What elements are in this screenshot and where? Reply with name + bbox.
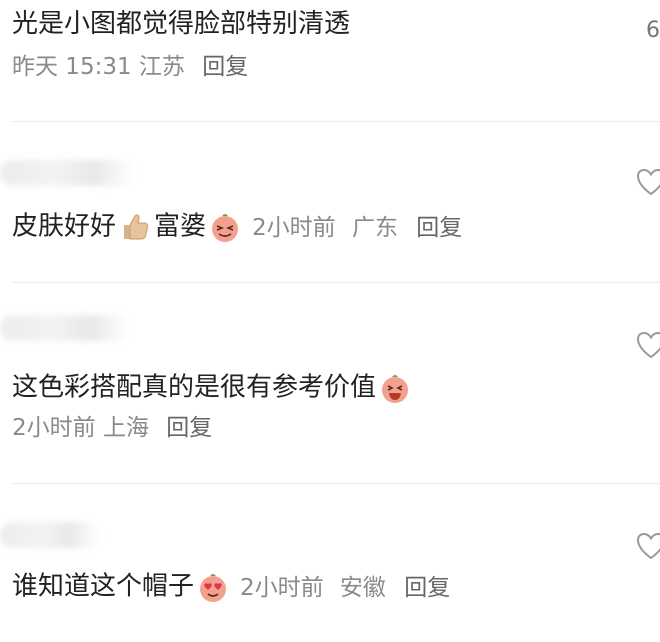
comment-item: 皮肤好好 富婆 2小时前 广东 回复 [0,122,660,282]
thumbs-up-icon [124,214,149,240]
blurred-username [0,522,100,548]
comment-line: 皮肤好好 富婆 2小时前 广东 回复 [12,210,462,244]
comment-item: 谁知道这个帽子 2小时前 安徽 回复 [0,484,660,642]
comment-time: 2小时前 [252,214,336,241]
comment-text: 富婆 [154,211,207,242]
comment-text: 这色彩搭配真的是很有参考价值 [12,372,377,403]
comment-meta: 昨天 15:31 江苏 回复 [12,52,248,82]
comment-location: 上海 [102,415,149,441]
comment-text: 皮肤好好 [12,211,117,242]
like-heart-icon[interactable] [636,532,660,560]
comment-meta: 2小时前 上海 回复 [12,413,212,443]
comment-item: 这色彩搭配真的是很有参考价值 2小时前 上海 回复 [0,283,660,483]
comment-line: 这色彩搭配真的是很有参考价值 [12,371,414,405]
comment-location: 江苏 [138,54,185,80]
comment-text: 光是小图都觉得脸部特别清透 [12,9,351,39]
reply-button[interactable]: 回复 [404,575,450,601]
comment-time: 昨天 15:31 [12,54,132,80]
like-count: 6 [646,18,660,43]
comment-time: 2小时前 [240,574,324,601]
blurred-username [0,160,135,186]
laughing-face-icon [382,375,409,403]
heart-eyes-face-icon [200,574,227,602]
comment-item: 光是小图都觉得脸部特别清透 昨天 15:31 江苏 回复 6 [0,0,660,120]
reply-button[interactable]: 回复 [416,215,462,241]
reply-button[interactable]: 回复 [166,415,212,441]
comment-location: 安徽 [339,574,386,601]
squinting-face-icon [212,214,239,242]
reply-button[interactable]: 回复 [202,54,248,80]
comment-line: 谁知道这个帽子 2小时前 安徽 回复 [12,570,450,604]
comment-time: 2小时前 [12,415,96,441]
comment-location: 广东 [351,214,398,241]
like-heart-icon[interactable] [636,331,660,359]
like-heart-icon[interactable] [636,168,660,196]
comment-text: 谁知道这个帽子 [12,571,195,602]
blurred-username [0,315,130,341]
